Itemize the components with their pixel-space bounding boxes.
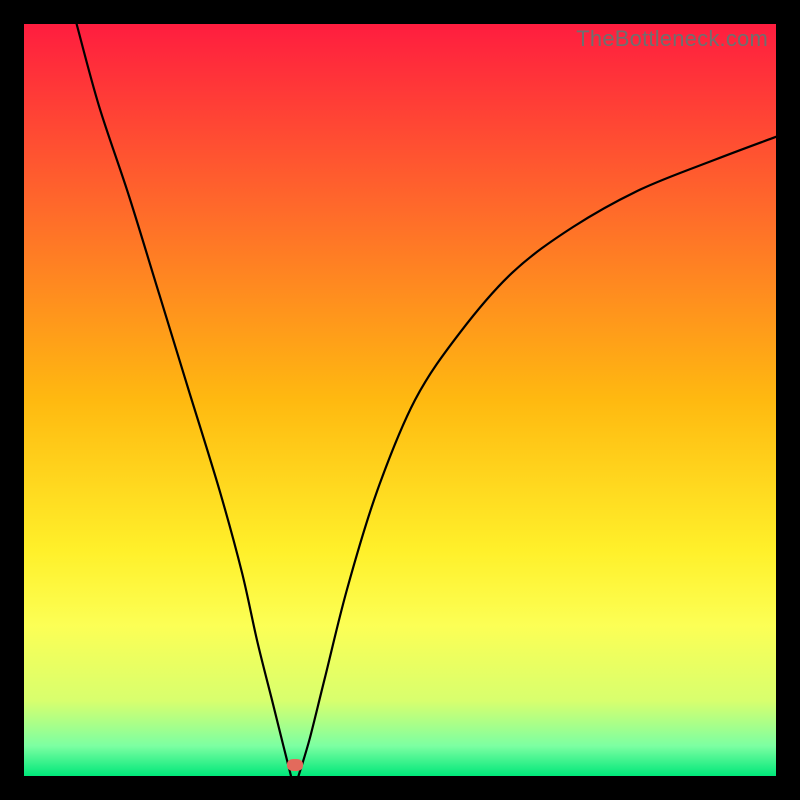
curve-layer: [24, 24, 776, 776]
chart-frame: TheBottleneck.com: [0, 0, 800, 800]
watermark-text: TheBottleneck.com: [576, 26, 768, 52]
bottleneck-marker: [287, 759, 303, 771]
curve-right-segment: [299, 137, 777, 776]
curve-left-segment: [77, 24, 291, 776]
plot-area: TheBottleneck.com: [24, 24, 776, 776]
